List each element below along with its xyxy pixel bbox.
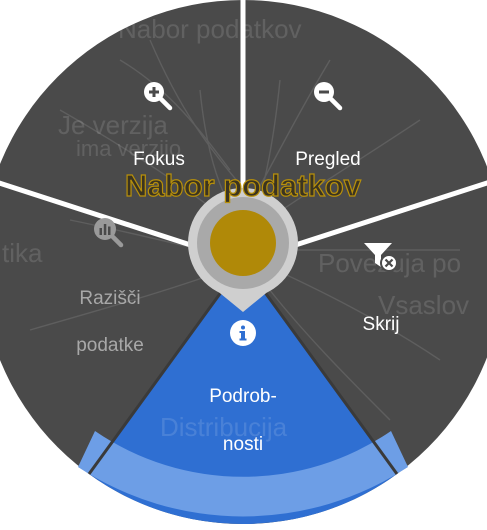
dataset-title-overlay: Nabor podatkov [124, 167, 361, 203]
wedge-details-label-line2: nosti [222, 434, 264, 455]
wedge-details-label-line1: Podrob- [209, 386, 277, 407]
zoom-in-icon [144, 82, 173, 111]
explore-data-icon [94, 218, 124, 248]
zoom-out-icon [314, 82, 343, 111]
info-icon [230, 320, 256, 346]
wedge-overview-label: Pregled [295, 149, 361, 170]
wedge-explore-data-label-line2: podatke [76, 335, 144, 356]
bg-text-top: Nabor podatkov [118, 14, 302, 44]
wedge-explore-data-label-line1: Razišči [79, 288, 141, 309]
center-hub[interactable] [210, 210, 276, 276]
wedge-hide-label: Skrij [362, 314, 400, 335]
bg-text-left: tika [2, 238, 43, 268]
filter-remove-icon [364, 243, 398, 272]
wedge-focus-label: Fokus [133, 149, 185, 170]
radial-menu: Nabor podatkov Je verzija ima verzijo Po… [0, 0, 487, 525]
